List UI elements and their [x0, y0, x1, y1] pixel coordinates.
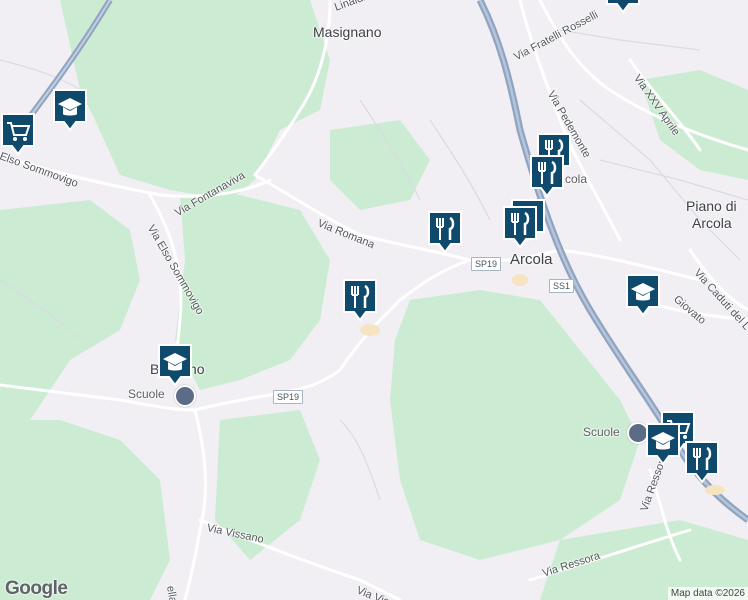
forest-northeast: [640, 70, 748, 180]
street-local-5: [559, 29, 701, 51]
restaurant-icon[interactable]: [529, 154, 565, 198]
street-local-6: [339, 419, 381, 501]
builtup-1: [360, 324, 380, 336]
school-label-baccano: Scuole: [128, 387, 165, 401]
forest-north: [60, 0, 330, 200]
place-label-arcola: Arcola: [510, 251, 553, 268]
place-label-masignano: Masignano: [313, 24, 382, 40]
street-local-2: [429, 119, 491, 221]
restaurant-icon[interactable]: [342, 278, 378, 322]
road-bacccano-south: [183, 408, 207, 600]
map-attribution[interactable]: Map data ©2026: [667, 587, 748, 600]
road-shield-ss1: SS1: [549, 279, 575, 293]
cart-icon[interactable]: [0, 112, 36, 156]
restaurant-icon[interactable]: [502, 205, 538, 249]
forest-west: [0, 200, 140, 430]
restaurant-icon[interactable]: [427, 210, 463, 254]
google-logo-text: Google: [5, 578, 68, 599]
school-icon[interactable]: [645, 422, 681, 466]
place-label-piano-line2: Arcola: [692, 215, 732, 231]
school-dot-icon[interactable]: [174, 385, 196, 407]
builtup-3: [705, 485, 725, 495]
place-label-piano-line1: Piano di: [686, 198, 737, 214]
forest-southwest: [0, 420, 170, 600]
school-label-arcola: Scuole: [583, 425, 620, 439]
restaurant-icon[interactable]: [684, 440, 720, 484]
builtup-2: [512, 274, 528, 286]
road-shield-sp19: SP19: [471, 257, 502, 271]
school-icon[interactable]: [625, 273, 661, 317]
restaurant-icon[interactable]: [605, 0, 641, 14]
road-arcola-east: [468, 248, 702, 282]
forest-masignano: [330, 120, 430, 210]
school-icon[interactable]: [157, 343, 193, 387]
map-canvas[interactable]: Masignano Arcola Piano di Arcola Baccano…: [0, 0, 748, 600]
google-logo: Google: [5, 578, 68, 600]
road-shield-sp19: SP19: [273, 390, 304, 404]
school-icon[interactable]: [52, 88, 88, 132]
